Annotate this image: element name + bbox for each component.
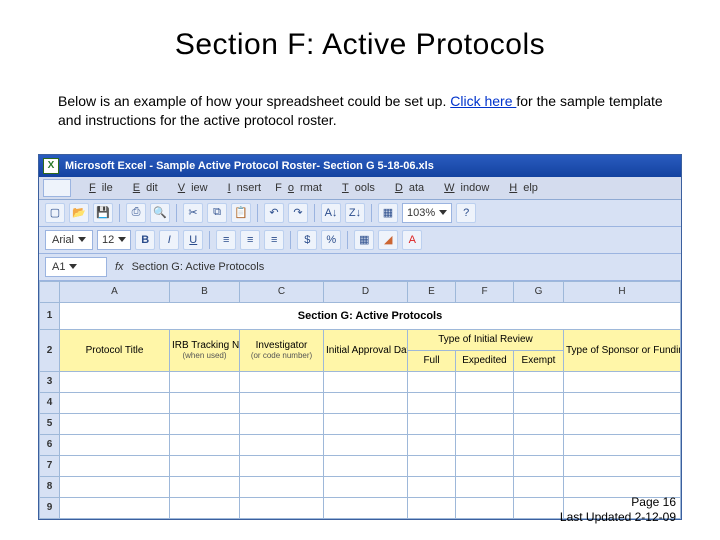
cell-ref: A1 <box>52 261 65 273</box>
fx-icon[interactable]: fx <box>115 261 124 273</box>
row-8[interactable]: 8 <box>40 476 60 497</box>
hdr-initial-approval[interactable]: Initial Approval Date <box>324 329 408 371</box>
undo-icon[interactable]: ↶ <box>264 203 284 223</box>
zoom-value: 103% <box>407 207 435 219</box>
hdr-expedited[interactable]: Expedited <box>456 350 514 371</box>
section-banner[interactable]: Section G: Active Protocols <box>60 302 681 329</box>
col-G[interactable]: G <box>514 281 564 302</box>
col-C[interactable]: C <box>240 281 324 302</box>
bold-button[interactable]: B <box>135 230 155 250</box>
col-B[interactable]: B <box>170 281 240 302</box>
menu-view[interactable]: View <box>166 181 214 195</box>
italic-button[interactable]: I <box>159 230 179 250</box>
excel-icon: X <box>43 158 59 174</box>
font-color-icon[interactable]: A <box>402 230 422 250</box>
excel-title: Microsoft Excel - Sample Active Protocol… <box>65 160 434 172</box>
col-D[interactable]: D <box>324 281 408 302</box>
sort-asc-icon[interactable]: A↓ <box>321 203 341 223</box>
row-3[interactable]: 3 <box>40 371 60 392</box>
font-size-box[interactable]: 12 <box>97 230 131 250</box>
row-4[interactable]: 4 <box>40 392 60 413</box>
hdr-type-sponsor[interactable]: Type of Sponsor or Funding Entity <box>564 329 681 371</box>
row-5[interactable]: 5 <box>40 413 60 434</box>
copy-icon[interactable]: ⧉ <box>207 203 227 223</box>
page-title: Section F: Active Protocols <box>38 28 682 62</box>
name-box[interactable]: A1 <box>45 257 107 277</box>
col-H[interactable]: H <box>564 281 681 302</box>
align-left-icon[interactable]: ≡ <box>216 230 236 250</box>
sort-desc-icon[interactable]: Z↓ <box>345 203 365 223</box>
menu-tools[interactable]: Tools <box>330 181 381 195</box>
redo-icon[interactable]: ↷ <box>288 203 308 223</box>
page-footer: Page 16 Last Updated 2-12-09 <box>560 495 676 526</box>
hdr-investigator[interactable]: Investigator (or code number) <box>240 329 324 371</box>
currency-icon[interactable]: $ <box>297 230 317 250</box>
control-icon[interactable] <box>43 179 71 197</box>
borders-icon[interactable]: ▦ <box>354 230 374 250</box>
hdr-full[interactable]: Full <box>408 350 456 371</box>
col-E[interactable]: E <box>408 281 456 302</box>
open-icon[interactable]: 📂 <box>69 203 89 223</box>
row-6[interactable]: 6 <box>40 434 60 455</box>
menu-window[interactable]: Window <box>432 181 495 195</box>
help-icon[interactable]: ? <box>456 203 476 223</box>
row-2[interactable]: 2 <box>40 329 60 371</box>
excel-titlebar: X Microsoft Excel - Sample Active Protoc… <box>39 155 681 177</box>
fill-color-icon[interactable]: ◢ <box>378 230 398 250</box>
preview-icon[interactable]: 🔍 <box>150 203 170 223</box>
align-right-icon[interactable]: ≡ <box>264 230 284 250</box>
col-A[interactable]: A <box>60 281 170 302</box>
excel-window: X Microsoft Excel - Sample Active Protoc… <box>38 154 682 520</box>
menu-help[interactable]: Help <box>497 181 544 195</box>
standard-toolbar: ▢ 📂 💾 ⎙ 🔍 ✂ ⧉ 📋 ↶ ↷ A↓ Z↓ ▦ 103% ? <box>39 200 681 227</box>
font-size: 12 <box>102 234 114 246</box>
new-icon[interactable]: ▢ <box>45 203 65 223</box>
dropdown-icon <box>78 237 86 242</box>
menu-data[interactable]: Data <box>383 181 430 195</box>
footer-page: Page 16 <box>560 495 676 511</box>
dropdown-icon <box>69 264 77 269</box>
corner-cell[interactable] <box>40 281 60 302</box>
dropdown-icon <box>118 237 126 242</box>
hdr-exempt[interactable]: Exempt <box>514 350 564 371</box>
zoom-box[interactable]: 103% <box>402 203 452 223</box>
intro-before: Below is an example of how your spreadsh… <box>58 93 450 109</box>
row-9[interactable]: 9 <box>40 497 60 518</box>
print-icon[interactable]: ⎙ <box>126 203 146 223</box>
formatting-toolbar: Arial 12 B I U ≡ ≡ ≡ $ % ▦ ◢ A <box>39 227 681 254</box>
col-F[interactable]: F <box>456 281 514 302</box>
row-1[interactable]: 1 <box>40 302 60 329</box>
click-here-link[interactable]: Click here <box>450 93 516 109</box>
dropdown-icon <box>439 210 447 215</box>
menu-file[interactable]: File <box>77 181 119 195</box>
footer-updated: Last Updated 2-12-09 <box>560 510 676 526</box>
align-center-icon[interactable]: ≡ <box>240 230 260 250</box>
intro-text: Below is an example of how your spreadsh… <box>58 92 682 130</box>
spreadsheet-grid[interactable]: A B C D E F G H 1 Section G: Active Prot… <box>39 281 681 519</box>
underline-button[interactable]: U <box>183 230 203 250</box>
chart-icon[interactable]: ▦ <box>378 203 398 223</box>
menu-insert[interactable]: Insert <box>216 181 268 195</box>
hdr-protocol-title[interactable]: Protocol Title <box>60 329 170 371</box>
excel-menubar: File Edit View Insert Format Tools Data … <box>39 177 681 200</box>
hdr-irb-tracking[interactable]: IRB Tracking Number (when used) <box>170 329 240 371</box>
font-name-box[interactable]: Arial <box>45 230 93 250</box>
save-icon[interactable]: 💾 <box>93 203 113 223</box>
formula-bar: A1 fx Section G: Active Protocols <box>39 254 681 281</box>
font-name: Arial <box>52 234 74 246</box>
percent-icon[interactable]: % <box>321 230 341 250</box>
menu-edit[interactable]: Edit <box>121 181 164 195</box>
hdr-type-initial-review[interactable]: Type of Initial Review <box>408 329 564 350</box>
paste-icon[interactable]: 📋 <box>231 203 251 223</box>
row-7[interactable]: 7 <box>40 455 60 476</box>
formula-value: Section G: Active Protocols <box>132 261 265 273</box>
cut-icon[interactable]: ✂ <box>183 203 203 223</box>
menu-format[interactable]: Format <box>269 181 328 195</box>
